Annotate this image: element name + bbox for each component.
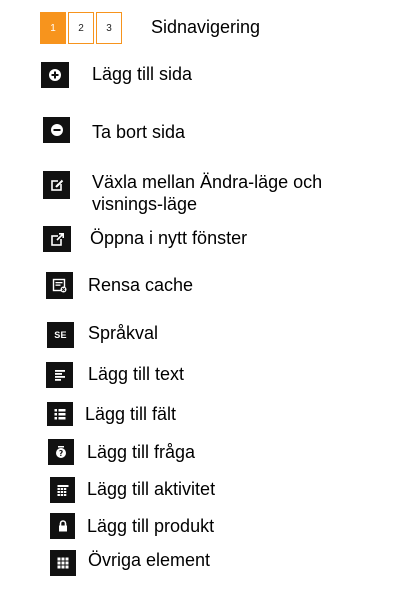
minus-circle-icon[interactable] [43,117,70,143]
page-button-3[interactable]: 3 [96,12,122,44]
add-activity-label: Lägg till aktivitet [87,479,216,499]
add-product-label: Lägg till produkt [87,516,215,536]
pagination-title: Sidnavigering [151,17,261,37]
add-question-label: Lägg till fråga [87,442,196,462]
list-icon[interactable] [47,402,73,426]
question-icon[interactable]: ? [48,439,74,465]
plus-circle-icon[interactable] [41,62,69,88]
add-page-label: Lägg till sida [92,64,193,84]
add-field-label: Lägg till fält [85,404,177,424]
other-elements-label: Övriga element [88,550,211,570]
language-label: Språkval [88,323,159,343]
page-button-1[interactable]: 1 [40,12,66,44]
grid-icon[interactable] [50,550,76,576]
open-window-label: Öppna i nytt fönster [90,228,248,248]
clear-cache-label: Rensa cache [88,275,194,295]
language-icon[interactable]: SE [47,322,74,348]
calendar-icon[interactable] [50,477,75,503]
page-button-2[interactable]: 2 [68,12,94,44]
external-link-icon[interactable] [43,226,71,252]
edit-icon[interactable] [43,171,70,199]
text-align-icon[interactable] [46,362,73,388]
toggle-mode-label: Växla mellan Ändra-läge och visnings-läg… [92,172,323,214]
clear-cache-icon[interactable] [46,272,73,299]
svg-text:?: ? [59,449,63,458]
lock-icon[interactable] [50,513,75,539]
pagination: 1 2 3 [40,12,122,44]
add-text-label: Lägg till text [88,364,185,384]
remove-page-label: Ta bort sida [92,122,186,142]
language-icon-text: SE [54,330,67,340]
